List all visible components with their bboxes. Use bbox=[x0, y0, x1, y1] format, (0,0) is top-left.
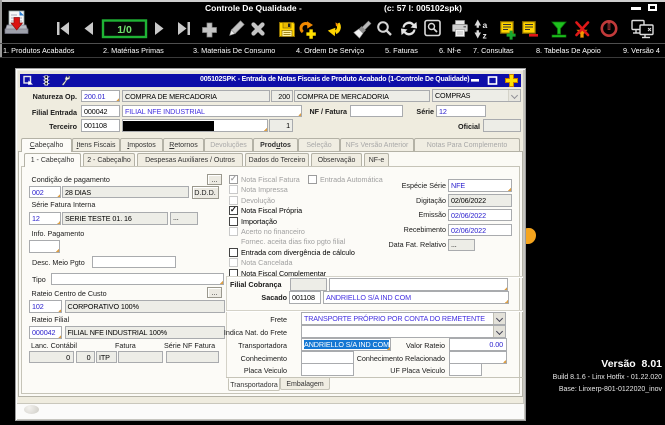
svg-text:z: z bbox=[483, 31, 487, 41]
svg-text:1/0: 1/0 bbox=[117, 24, 132, 36]
svg-text:a: a bbox=[483, 20, 488, 30]
